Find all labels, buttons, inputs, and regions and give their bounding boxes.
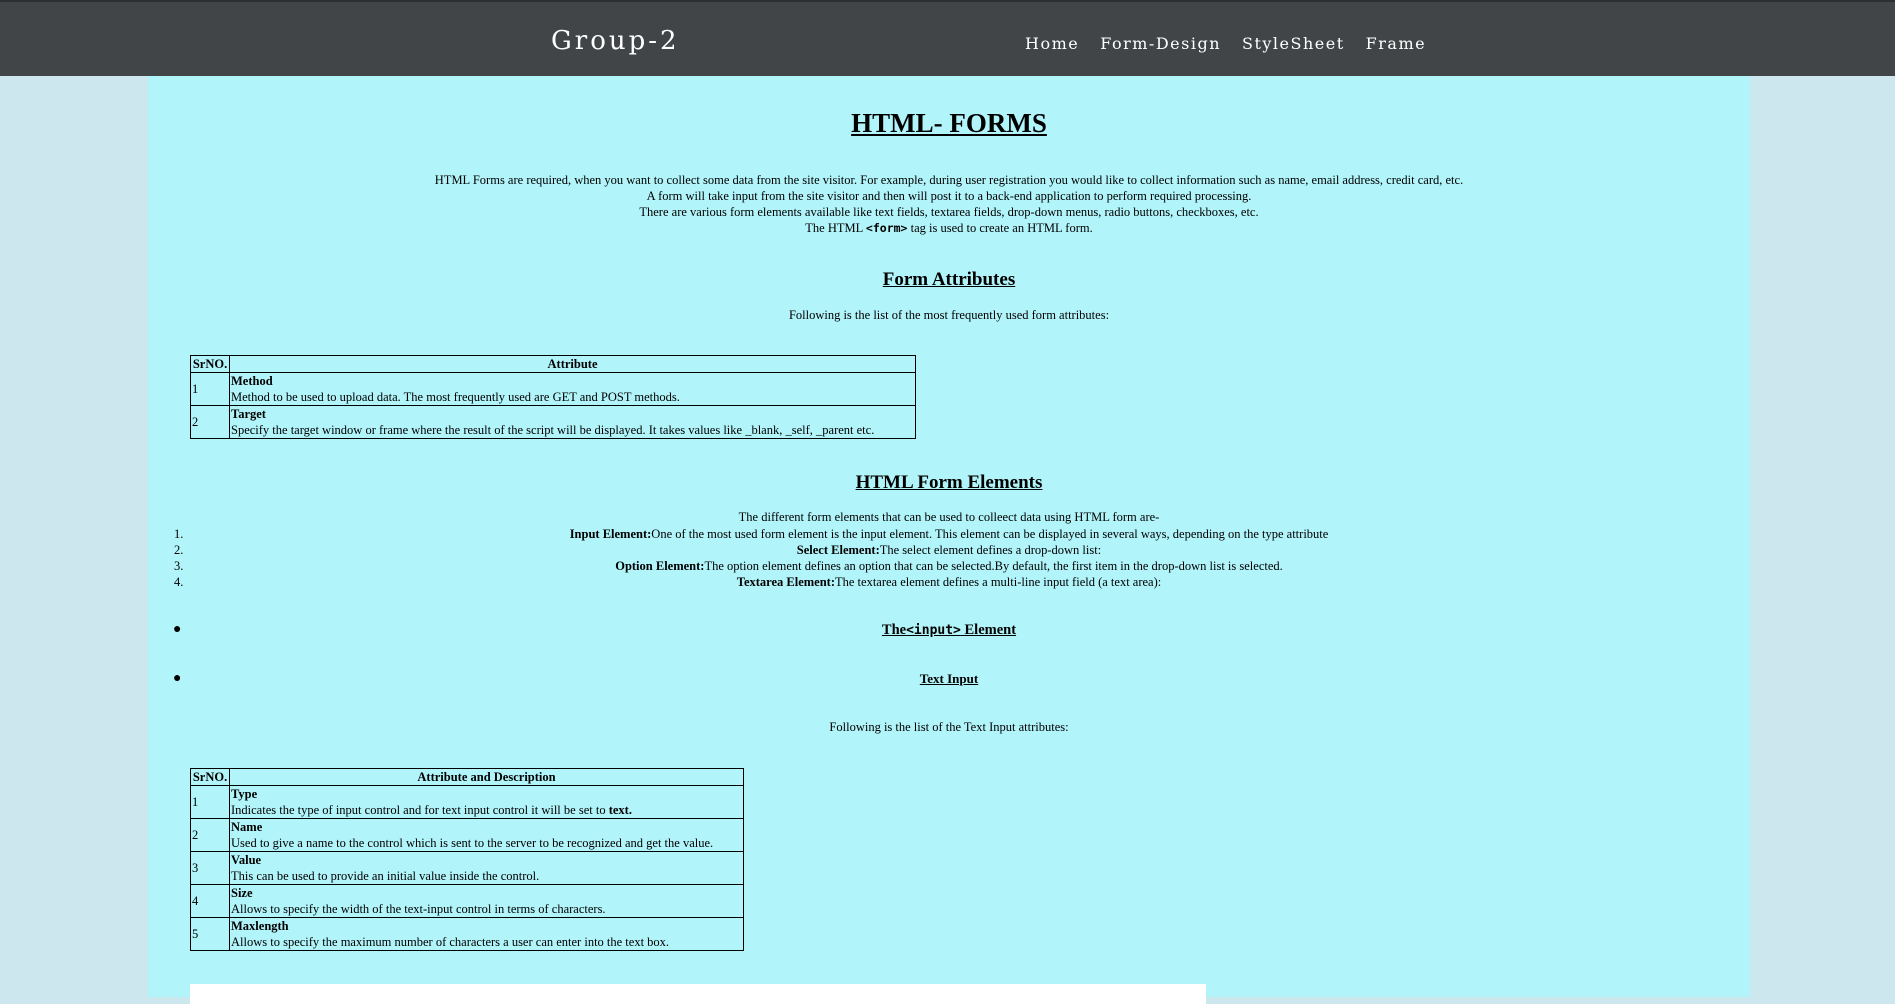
col-header-srno: SrNO. xyxy=(190,355,230,373)
text-input-attributes-table: SrNO. Attribute and Description 1 Type In… xyxy=(190,768,744,951)
form-attributes-intro: Following is the list of the most freque… xyxy=(788,308,1110,322)
nav-links: Home Form-Design StyleSheet Frame xyxy=(1025,34,1447,53)
row-number: 2 xyxy=(190,818,230,852)
table-row: 1 Method Method to be used to upload data… xyxy=(190,372,916,406)
row-number: 3 xyxy=(190,851,230,885)
bullet-input-element: ● The<input> Element xyxy=(148,622,1750,639)
list-item-title: Select Element: xyxy=(796,543,880,557)
nav-link-stylesheet[interactable]: StyleSheet xyxy=(1242,34,1345,53)
row-attribute: Target Specify the target window or frame… xyxy=(229,405,916,439)
attribute-name: Type xyxy=(231,787,258,801)
col-header-attribute-description: Attribute and Description xyxy=(229,768,744,786)
text-input-heading: Text Input xyxy=(919,671,979,686)
intro-line-4-post: tag is used to create an HTML form. xyxy=(907,221,1093,235)
attribute-desc: Method to be used to upload data. The mo… xyxy=(231,390,680,404)
list-item: 4. Textarea Element:The textarea element … xyxy=(148,574,1750,590)
attribute-desc: Allows to specify the width of the text-… xyxy=(231,902,606,916)
list-item-text: The select element defines a drop-down l… xyxy=(879,543,1102,557)
bullet-icon: ● xyxy=(173,671,182,686)
list-item-title: Input Element: xyxy=(569,527,652,541)
next-section-box xyxy=(190,984,1206,1004)
table-row: 3 Value This can be used to provide an in… xyxy=(190,851,744,885)
intro-line-1: HTML Forms are required, when you want t… xyxy=(434,173,1464,187)
row-number: 4 xyxy=(190,884,230,918)
intro-line-2: A form will take input from the site vis… xyxy=(646,189,1252,203)
text-input-intro: Following is the list of the Text Input … xyxy=(829,720,1069,734)
intro-paragraph: HTML Forms are required, when you want t… xyxy=(148,172,1750,236)
nav-link-home[interactable]: Home xyxy=(1025,34,1079,53)
bullet-text-input: ● Text Input xyxy=(148,671,1750,687)
table-row: 2 Name Used to give a name to the control… xyxy=(190,818,744,852)
form-elements-heading: HTML Form Elements xyxy=(855,472,1043,493)
list-item-title: Textarea Element: xyxy=(736,575,835,589)
list-item-number: 1. xyxy=(174,527,184,541)
nav-link-frame[interactable]: Frame xyxy=(1366,34,1426,53)
attribute-desc: This can be used to provide an initial v… xyxy=(231,869,540,883)
intro-line-4: The HTML <form> tag is used to create an… xyxy=(148,220,1750,236)
row-attribute: Method Method to be used to upload data. … xyxy=(229,372,916,406)
row-number: 5 xyxy=(190,917,230,951)
page-title: HTML- FORMS xyxy=(851,108,1047,138)
input-element-heading: The<input> Element xyxy=(882,622,1016,638)
input-heading-pre: The xyxy=(881,622,907,638)
row-attribute: Size Allows to specify the width of the t… xyxy=(229,884,744,918)
attribute-desc-bold: text. xyxy=(608,803,632,817)
brand-logo-text[interactable]: Group-2 xyxy=(551,26,680,56)
attribute-name: Target xyxy=(231,407,266,421)
attribute-name: Name xyxy=(231,820,263,834)
bullet-icon: ● xyxy=(173,622,182,637)
table-row: 4 Size Allows to specify the width of the… xyxy=(190,884,744,918)
row-number: 2 xyxy=(190,405,230,439)
col-header-attribute: Attribute xyxy=(229,355,916,373)
col-header-srno: SrNO. xyxy=(190,768,230,786)
form-tag-code: <form> xyxy=(865,221,908,235)
attribute-desc: Specify the target window or frame where… xyxy=(231,423,875,437)
list-item-text: The option element defines an option tha… xyxy=(704,559,1283,573)
list-item-number: 2. xyxy=(174,543,184,557)
row-number: 1 xyxy=(190,372,230,406)
input-heading-post: Element xyxy=(960,622,1017,638)
list-item: 3. Option Element:The option element defi… xyxy=(148,558,1750,574)
row-attribute: Type Indicates the type of input control … xyxy=(229,785,744,819)
attribute-desc: Allows to specify the maximum number of … xyxy=(231,935,670,949)
form-elements-list: 1. Input Element:One of the most used for… xyxy=(148,526,1750,590)
table-row: 1 Type Indicates the type of input contro… xyxy=(190,785,744,819)
input-tag-code: <input> xyxy=(906,623,961,638)
form-elements-intro: The different form elements that can be … xyxy=(738,510,1160,524)
table-header-row: SrNO. Attribute xyxy=(190,355,916,373)
intro-line-3: There are various form elements availabl… xyxy=(639,205,1259,219)
list-item: 2. Select Element:The select element defi… xyxy=(148,542,1750,558)
row-attribute: Value This can be used to provide an init… xyxy=(229,851,744,885)
table-header-row: SrNO. Attribute and Description xyxy=(190,768,744,786)
nav-link-form-design[interactable]: Form-Design xyxy=(1100,34,1221,53)
attribute-name: Size xyxy=(231,886,253,900)
row-attribute: Name Used to give a name to the control w… xyxy=(229,818,744,852)
list-item: 1. Input Element:One of the most used for… xyxy=(148,526,1750,542)
form-attributes-heading: Form Attributes xyxy=(882,269,1016,290)
attribute-name: Maxlength xyxy=(231,919,289,933)
row-number: 1 xyxy=(190,785,230,819)
list-item-text: One of the most used form element is the… xyxy=(651,527,1329,541)
row-attribute: Maxlength Allows to specify the maximum n… xyxy=(229,917,744,951)
intro-line-4-pre: The HTML xyxy=(805,221,866,235)
list-item-number: 3. xyxy=(174,559,184,573)
attribute-desc: Indicates the type of input control and … xyxy=(231,803,609,817)
list-item-text: The textarea element defines a multi-lin… xyxy=(835,575,1162,589)
main-content: HTML- FORMS HTML Forms are required, whe… xyxy=(148,76,1750,1004)
table-row: 5 Maxlength Allows to specify the maximum… xyxy=(190,917,744,951)
list-item-number: 4. xyxy=(174,575,184,589)
form-attributes-table: SrNO. Attribute 1 Method Method to be use… xyxy=(190,355,916,439)
top-navbar: Group-2 Home Form-Design StyleSheet Fram… xyxy=(0,0,1895,76)
attribute-name: Method xyxy=(231,374,273,388)
attribute-name: Value xyxy=(231,853,262,867)
list-item-title: Option Element: xyxy=(615,559,705,573)
table-row: 2 Target Specify the target window or fra… xyxy=(190,405,916,439)
attribute-desc: Used to give a name to the control which… xyxy=(231,836,714,850)
